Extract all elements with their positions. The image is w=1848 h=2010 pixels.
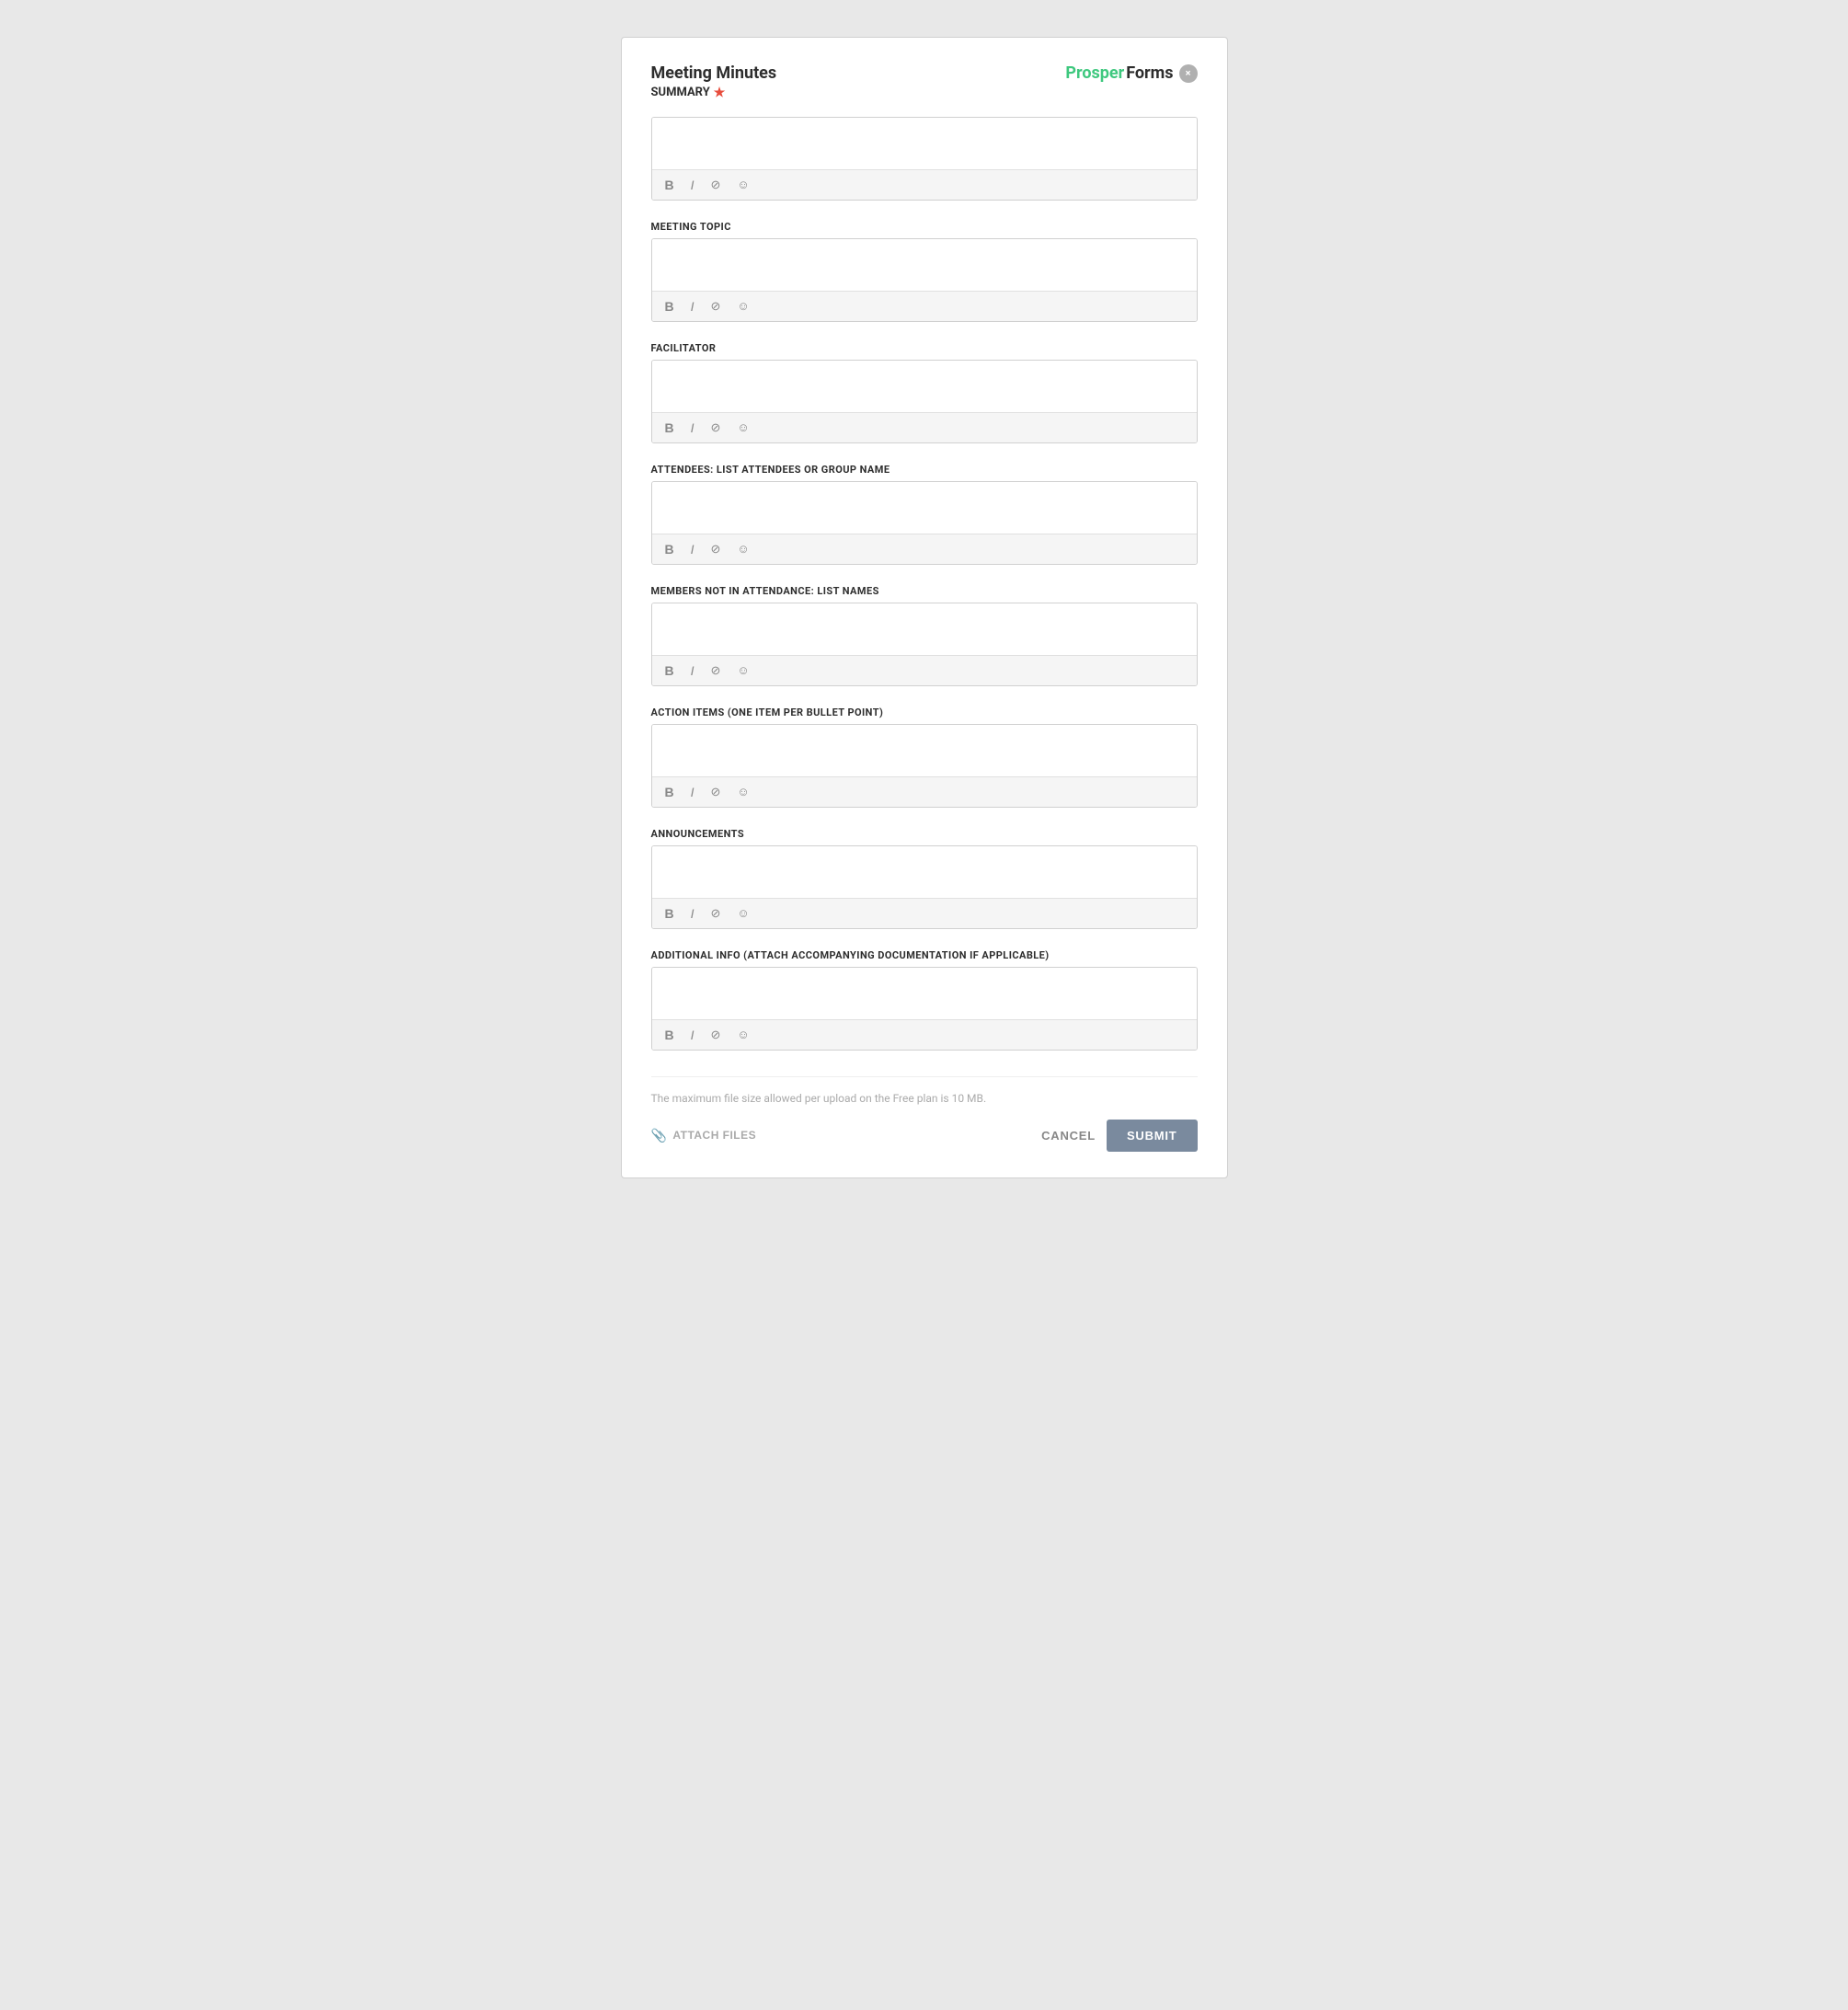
bold-button-attendees[interactable]: B — [661, 540, 678, 558]
cancel-button[interactable]: CANCEL — [1041, 1129, 1096, 1143]
footer-actions: 📎 ATTACH FILES CANCEL SUBMIT — [651, 1120, 1198, 1152]
field-group-facilitator: FACILITATOR B I ⊘ ☺ — [651, 342, 1198, 443]
italic-button-facilitator[interactable]: I — [687, 419, 698, 437]
facilitator-input[interactable] — [652, 361, 1197, 408]
link-button-announcements[interactable]: ⊘ — [707, 904, 725, 923]
file-size-note: The maximum file size allowed per upload… — [651, 1092, 1198, 1105]
bold-button-additional-info[interactable]: B — [661, 1026, 678, 1044]
rich-text-action-items: B I ⊘ ☺ — [651, 724, 1198, 808]
italic-button-summary[interactable]: I — [687, 176, 698, 194]
logo-forms: Forms — [1126, 63, 1173, 83]
toolbar-action-items: B I ⊘ ☺ — [652, 776, 1197, 807]
field-group-additional-info: ADDITIONAL INFO (ATTACH ACCOMPANYING DOC… — [651, 949, 1198, 1051]
italic-button-action-items[interactable]: I — [687, 783, 698, 801]
link-button-action-items[interactable]: ⊘ — [707, 783, 725, 801]
link-button-summary[interactable]: ⊘ — [707, 176, 725, 194]
announcements-input[interactable] — [652, 846, 1197, 894]
footer-section: The maximum file size allowed per upload… — [651, 1076, 1198, 1152]
form-title: Meeting Minutes — [651, 63, 777, 84]
field-group-action-items: ACTION ITEMS (ONE ITEM PER BULLET POINT)… — [651, 706, 1198, 808]
attach-label: ATTACH FILES — [672, 1129, 756, 1142]
label-members-not-attending: MEMBERS NOT IN ATTENDANCE: LIST NAMES — [651, 585, 1198, 597]
submit-button[interactable]: SUBMIT — [1107, 1120, 1198, 1152]
attach-files-button[interactable]: 📎 ATTACH FILES — [651, 1128, 757, 1143]
field-group-attendees: ATTENDEES: LIST ATTENDEES OR GROUP NAME … — [651, 464, 1198, 565]
rich-text-announcements: B I ⊘ ☺ — [651, 845, 1198, 929]
link-button-facilitator[interactable]: ⊘ — [707, 419, 725, 437]
emoji-button-additional-info[interactable]: ☺ — [733, 1026, 752, 1043]
paperclip-icon: 📎 — [651, 1128, 668, 1143]
bold-button-summary[interactable]: B — [661, 176, 678, 194]
field-group-meeting-topic: MEETING TOPIC B I ⊘ ☺ — [651, 221, 1198, 322]
italic-button-members-not-attending[interactable]: I — [687, 661, 698, 680]
toolbar-announcements: B I ⊘ ☺ — [652, 898, 1197, 928]
toolbar-attendees: B I ⊘ ☺ — [652, 534, 1197, 564]
toolbar-additional-info: B I ⊘ ☺ — [652, 1019, 1197, 1050]
link-button-members-not-attending[interactable]: ⊘ — [707, 661, 725, 680]
logo-prosper: Prosper — [1065, 63, 1124, 83]
emoji-button-meeting-topic[interactable]: ☺ — [733, 297, 752, 315]
label-announcements: ANNOUNCEMENTS — [651, 828, 1198, 840]
rich-text-meeting-topic: B I ⊘ ☺ — [651, 238, 1198, 322]
emoji-button-facilitator[interactable]: ☺ — [733, 419, 752, 436]
bold-button-members-not-attending[interactable]: B — [661, 661, 678, 680]
rich-text-summary: B I ⊘ ☺ — [651, 117, 1198, 201]
italic-button-attendees[interactable]: I — [687, 540, 698, 558]
attendees-input[interactable] — [652, 482, 1197, 530]
logo-wrapper: ProsperForms × — [1065, 63, 1197, 83]
label-attendees: ATTENDEES: LIST ATTENDEES OR GROUP NAME — [651, 464, 1198, 476]
summary-input[interactable] — [652, 118, 1197, 166]
label-meeting-topic: MEETING TOPIC — [651, 221, 1198, 233]
rich-text-attendees: B I ⊘ ☺ — [651, 481, 1198, 565]
form-header: Meeting Minutes SUMMARY ★ ProsperForms × — [651, 63, 1198, 100]
logo: ProsperForms — [1065, 63, 1173, 83]
label-action-items: ACTION ITEMS (ONE ITEM PER BULLET POINT) — [651, 706, 1198, 718]
bold-button-action-items[interactable]: B — [661, 783, 678, 801]
bold-button-announcements[interactable]: B — [661, 904, 678, 923]
bold-button-meeting-topic[interactable]: B — [661, 297, 678, 316]
form-title-block: Meeting Minutes SUMMARY ★ — [651, 63, 777, 100]
rich-text-facilitator: B I ⊘ ☺ — [651, 360, 1198, 443]
emoji-button-attendees[interactable]: ☺ — [733, 540, 752, 557]
toolbar-summary: B I ⊘ ☺ — [652, 169, 1197, 200]
additional-info-input[interactable] — [652, 968, 1197, 1016]
label-facilitator: FACILITATOR — [651, 342, 1198, 354]
close-button[interactable]: × — [1179, 64, 1198, 83]
link-button-attendees[interactable]: ⊘ — [707, 540, 725, 558]
italic-button-meeting-topic[interactable]: I — [687, 297, 698, 316]
form-container: Meeting Minutes SUMMARY ★ ProsperForms ×… — [621, 37, 1228, 1178]
field-group-members-not-attending: MEMBERS NOT IN ATTENDANCE: LIST NAMES B … — [651, 585, 1198, 686]
italic-button-additional-info[interactable]: I — [687, 1026, 698, 1044]
meeting-topic-input[interactable] — [652, 239, 1197, 287]
link-button-additional-info[interactable]: ⊘ — [707, 1026, 725, 1044]
form-subtitle: SUMMARY ★ — [651, 86, 777, 100]
emoji-button-members-not-attending[interactable]: ☺ — [733, 661, 752, 679]
toolbar-meeting-topic: B I ⊘ ☺ — [652, 291, 1197, 321]
required-star: ★ — [714, 86, 726, 100]
action-items-input[interactable] — [652, 725, 1197, 773]
emoji-button-announcements[interactable]: ☺ — [733, 904, 752, 922]
members-not-attending-input[interactable] — [652, 603, 1197, 651]
field-group-announcements: ANNOUNCEMENTS B I ⊘ ☺ — [651, 828, 1198, 929]
link-button-meeting-topic[interactable]: ⊘ — [707, 297, 725, 316]
toolbar-members-not-attending: B I ⊘ ☺ — [652, 655, 1197, 685]
emoji-button-action-items[interactable]: ☺ — [733, 783, 752, 800]
rich-text-additional-info: B I ⊘ ☺ — [651, 967, 1198, 1051]
field-group-summary: B I ⊘ ☺ — [651, 117, 1198, 201]
subtitle-text: SUMMARY — [651, 86, 710, 99]
emoji-button-summary[interactable]: ☺ — [733, 176, 752, 193]
bold-button-facilitator[interactable]: B — [661, 419, 678, 437]
right-actions: CANCEL SUBMIT — [1041, 1120, 1197, 1152]
toolbar-facilitator: B I ⊘ ☺ — [652, 412, 1197, 442]
rich-text-members-not-attending: B I ⊘ ☺ — [651, 603, 1198, 686]
italic-button-announcements[interactable]: I — [687, 904, 698, 923]
label-additional-info: ADDITIONAL INFO (ATTACH ACCOMPANYING DOC… — [651, 949, 1198, 961]
